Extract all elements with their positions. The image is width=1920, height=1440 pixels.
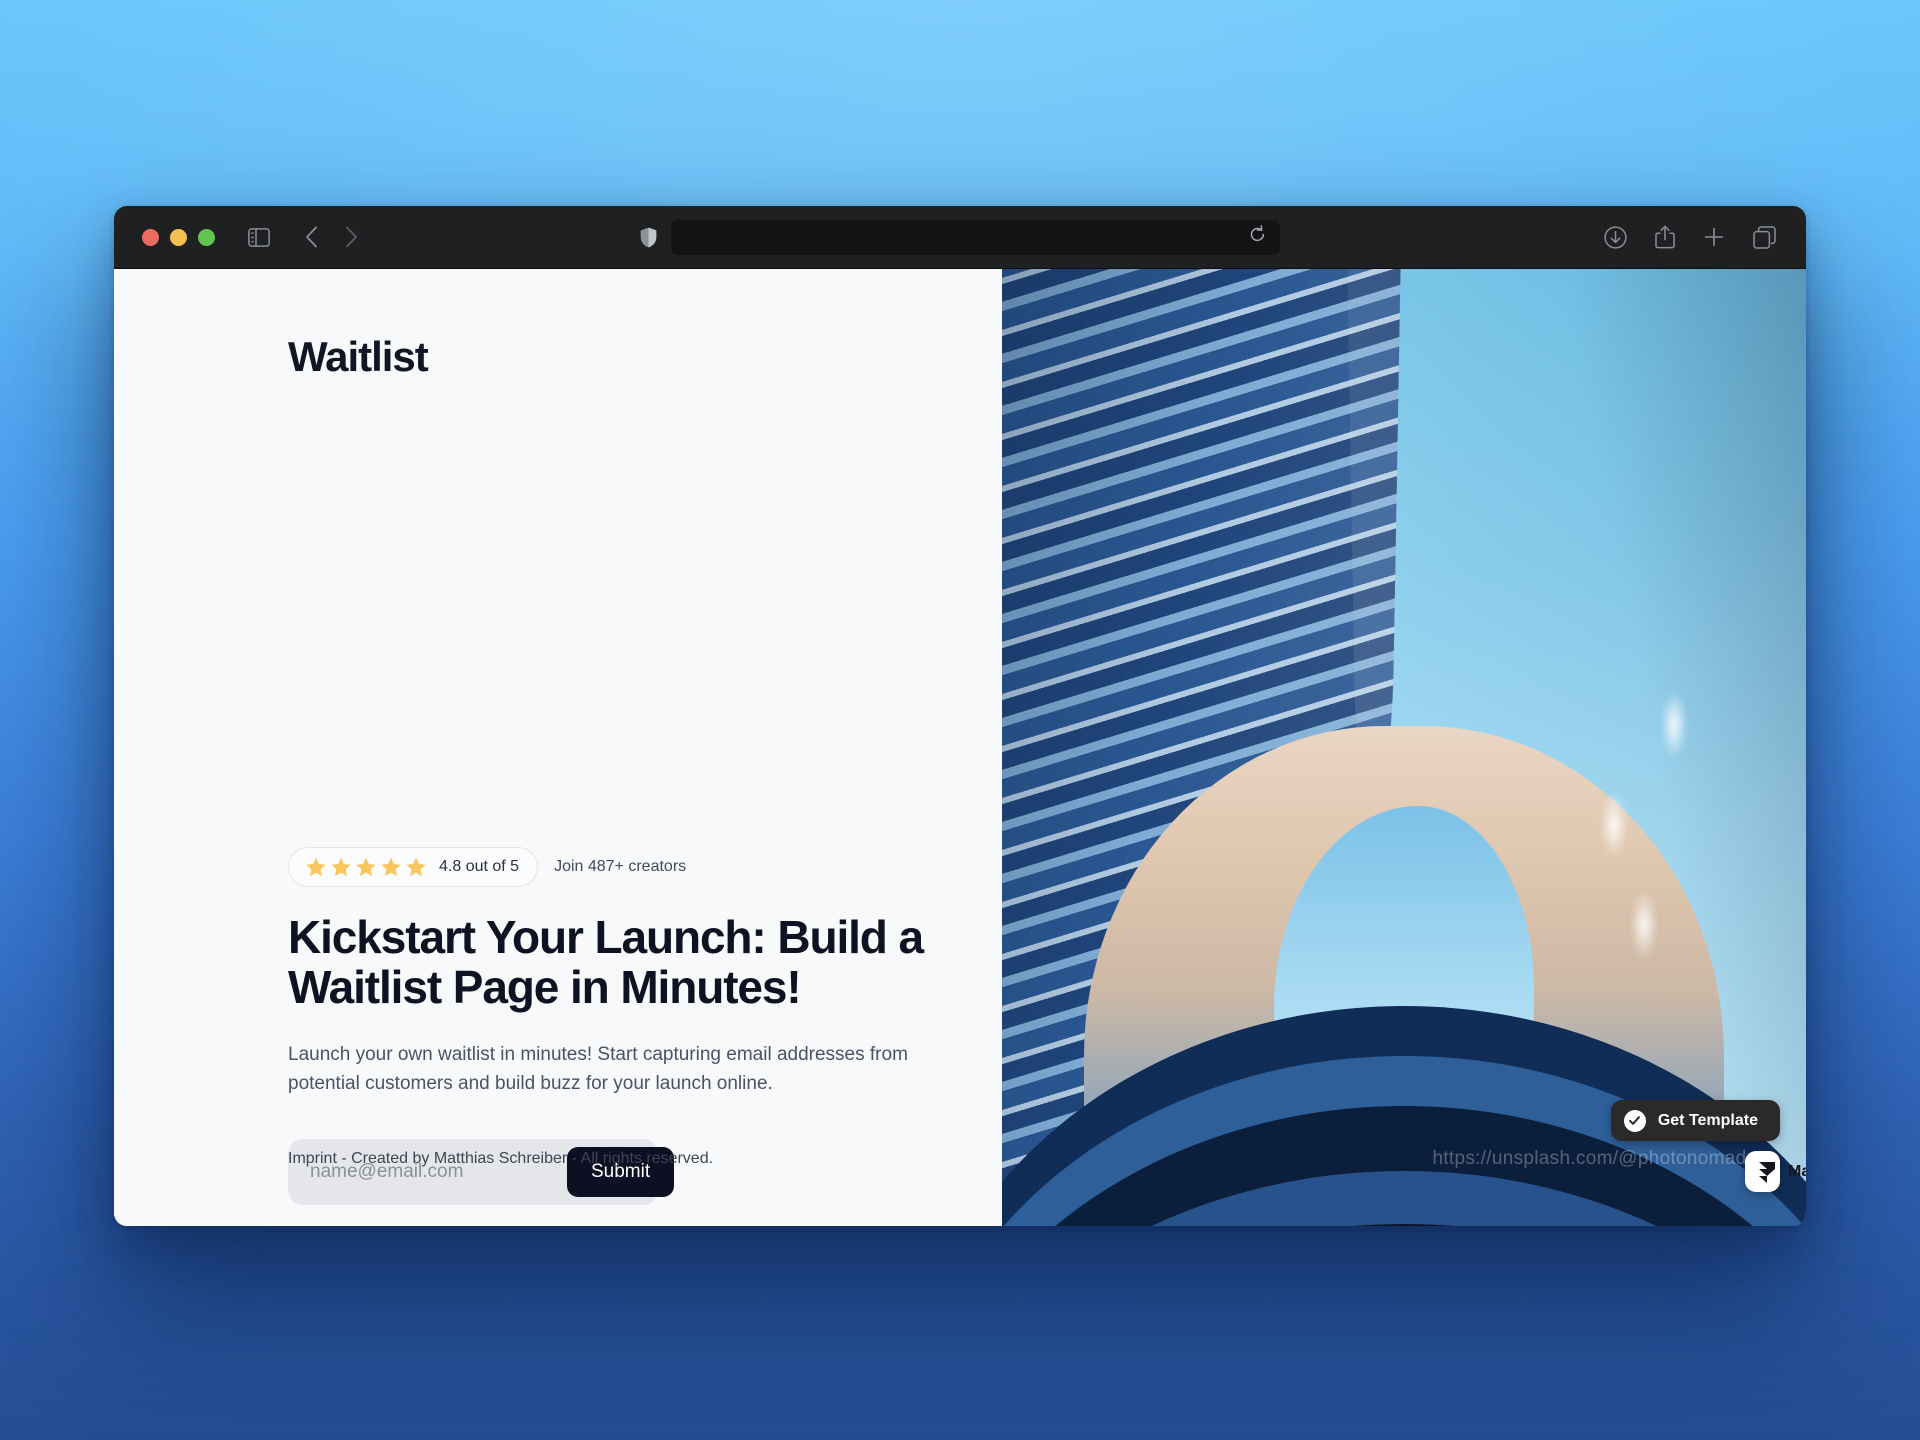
close-window-button[interactable] (142, 228, 159, 246)
download-icon[interactable] (1604, 225, 1627, 249)
star-icon (331, 857, 351, 877)
window-glare (1632, 894, 1656, 956)
waitlist-signup-form: Submit (288, 1139, 675, 1205)
made-in-framer-button[interactable]: Made in Framer (1745, 1151, 1806, 1192)
hero-image-panel: https://unsplash.com/@photonomader Get T… (1002, 269, 1806, 1226)
social-proof-label: Join 487+ creators (554, 858, 687, 875)
architecture-photo: https://unsplash.com/@photonomader (1002, 269, 1806, 1226)
floating-badges: Get Template Made in Framer (1610, 1100, 1806, 1192)
rating-pill: 4.8 out of 5 (288, 847, 539, 887)
shield-privacy-icon[interactable] (640, 227, 657, 248)
page-title: Kickstart Your Launch: Build a Waitlist … (288, 911, 924, 1014)
page-content: Waitlist 4.8 out of 5 Join 487+ creators… (114, 269, 1806, 1226)
get-template-label: Get Template (1657, 1111, 1758, 1129)
rating-score-label: 4.8 out of 5 (439, 858, 520, 875)
sidebar-icon[interactable] (248, 227, 270, 247)
window-glare (1602, 794, 1626, 856)
window-glare (1662, 694, 1686, 756)
left-panel: Waitlist 4.8 out of 5 Join 487+ creators… (114, 269, 1002, 1226)
framer-logo-icon (1758, 1161, 1776, 1183)
star-icon (356, 857, 376, 877)
star-icon (306, 857, 326, 877)
browser-toolbar (114, 206, 1806, 269)
window-controls (142, 228, 215, 246)
minimize-window-button[interactable] (170, 228, 187, 246)
hero-description: Launch your own waitlist in minutes! Sta… (288, 1044, 908, 1095)
tab-overview-icon[interactable] (1753, 225, 1776, 249)
plus-icon[interactable] (1703, 226, 1725, 248)
navigation-buttons (294, 220, 368, 254)
brand-logo[interactable]: Waitlist (288, 333, 429, 381)
back-arrow-icon[interactable] (294, 220, 328, 254)
address-bar[interactable] (671, 219, 1280, 255)
made-in-framer-label: Made in Framer (1788, 1162, 1806, 1180)
maximize-window-button[interactable] (198, 228, 215, 246)
footer-text: Imprint - Created by Matthias Schreiber … (288, 1150, 714, 1167)
share-icon[interactable] (1655, 225, 1675, 249)
star-icon (406, 857, 426, 877)
check-icon (1623, 1109, 1646, 1132)
toolbar-right-actions (1604, 225, 1776, 249)
star-rating (305, 856, 427, 878)
star-icon (381, 857, 401, 877)
forward-arrow-icon[interactable] (334, 220, 368, 254)
rating-row: 4.8 out of 5 Join 487+ creators (288, 847, 968, 887)
reload-icon[interactable] (1249, 225, 1266, 249)
address-bar-region (640, 219, 1280, 255)
browser-window: Waitlist 4.8 out of 5 Join 487+ creators… (114, 206, 1806, 1226)
get-template-button[interactable]: Get Template (1610, 1100, 1780, 1141)
